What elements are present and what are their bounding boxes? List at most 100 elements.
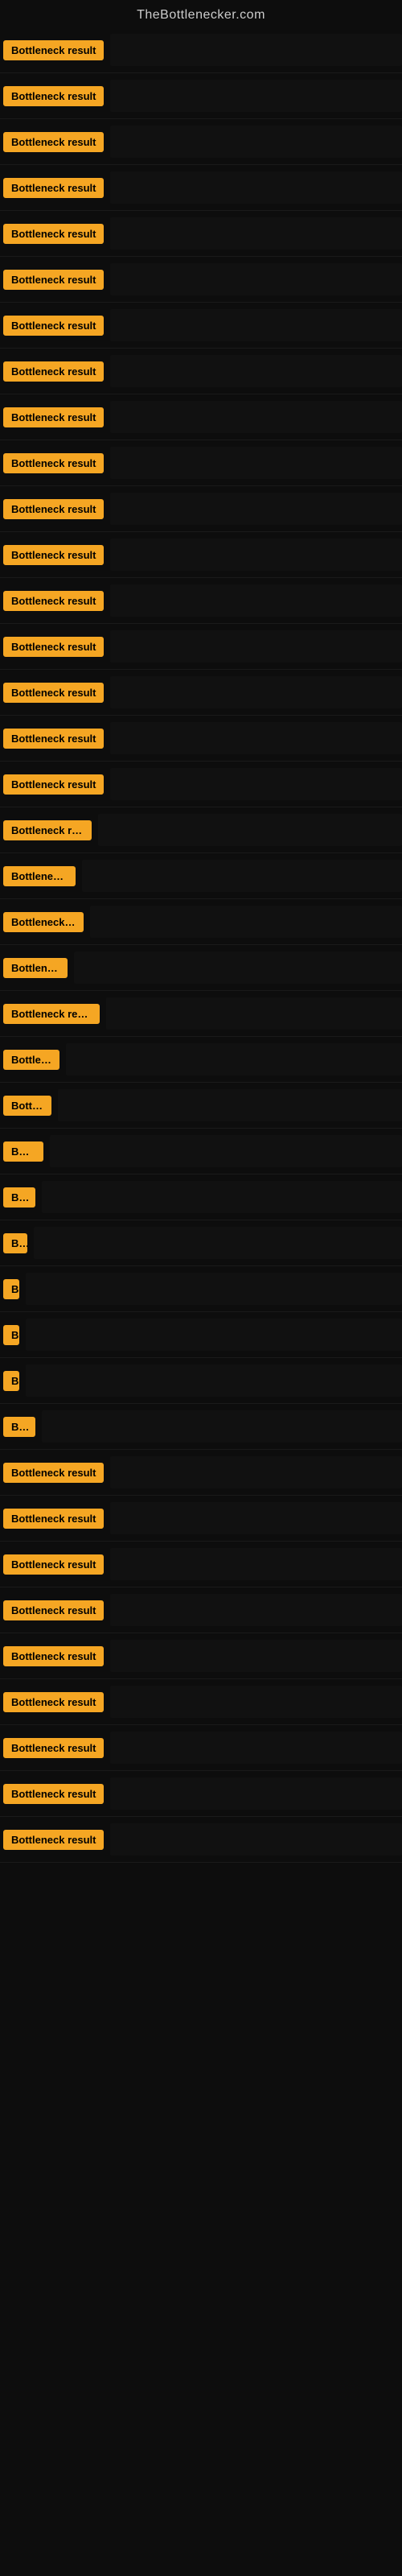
bottleneck-badge[interactable]: Bottleneck result xyxy=(3,1141,43,1162)
bottleneck-badge[interactable]: Bottleneck result xyxy=(3,1050,59,1070)
list-item: Bottleneck result xyxy=(0,303,402,349)
row-content-bar xyxy=(110,34,402,66)
list-item: Bottleneck result xyxy=(0,119,402,165)
row-content-bar xyxy=(42,1181,402,1213)
row-content-bar xyxy=(110,171,402,204)
list-item: Bottleneck result xyxy=(0,762,402,807)
bottleneck-badge[interactable]: Bottleneck result xyxy=(3,40,104,60)
bottleneck-badge[interactable]: Bottleneck result xyxy=(3,912,84,932)
bottleneck-badge[interactable]: Bottleneck result xyxy=(3,1371,19,1391)
list-item: Bottleneck result xyxy=(0,27,402,73)
bottleneck-badge[interactable]: Bottleneck result xyxy=(3,591,104,611)
bottleneck-badge[interactable]: Bottleneck result xyxy=(3,270,104,290)
row-content-bar xyxy=(110,309,402,341)
bottleneck-badge[interactable]: Bottleneck result xyxy=(3,1784,104,1804)
list-item: Bottleneck result xyxy=(0,211,402,257)
bottleneck-badge[interactable]: Bottleneck result xyxy=(3,774,104,795)
list-item: Bottleneck result xyxy=(0,1220,402,1266)
row-content-bar xyxy=(110,1502,402,1534)
row-content-bar xyxy=(90,906,402,938)
row-content-bar xyxy=(110,676,402,708)
bottleneck-badge[interactable]: Bottleneck result xyxy=(3,1646,104,1666)
list-item: Bottleneck result xyxy=(0,1358,402,1404)
bottleneck-badge[interactable]: Bottleneck result xyxy=(3,683,104,703)
site-title: TheBottlenecker.com xyxy=(0,0,402,27)
list-item: Bottleneck result xyxy=(0,1037,402,1083)
row-content-bar xyxy=(26,1319,402,1351)
bottleneck-badge[interactable]: Bottleneck result xyxy=(3,132,104,152)
row-content-bar xyxy=(58,1089,402,1121)
bottleneck-badge[interactable]: Bottleneck result xyxy=(3,453,104,473)
row-content-bar xyxy=(110,1548,402,1580)
list-item: Bottleneck result xyxy=(0,1542,402,1587)
bottleneck-badge[interactable]: Bottleneck result xyxy=(3,866,76,886)
bottleneck-badge[interactable]: Bottleneck result xyxy=(3,1738,104,1758)
list-item: Bottleneck result xyxy=(0,578,402,624)
row-content-bar xyxy=(110,1777,402,1810)
row-content-bar xyxy=(110,722,402,754)
bottleneck-badge[interactable]: Bottleneck result xyxy=(3,1509,104,1529)
bottleneck-badge[interactable]: Bottleneck result xyxy=(3,637,104,657)
rows-container: Bottleneck result Bottleneck result Bottle… xyxy=(0,27,402,1863)
row-content-bar xyxy=(110,401,402,433)
list-item: Bottleneck result xyxy=(0,394,402,440)
list-item: Bottleneck result xyxy=(0,991,402,1037)
list-item: Bottleneck result xyxy=(0,1404,402,1450)
bottleneck-badge[interactable]: Bottleneck result xyxy=(3,1554,104,1575)
bottleneck-badge[interactable]: Bottleneck result xyxy=(3,361,104,382)
row-content-bar xyxy=(26,1364,402,1397)
bottleneck-badge[interactable]: Bottleneck result xyxy=(3,1279,19,1299)
list-item: Bottleneck result xyxy=(0,73,402,119)
list-item: Bottleneck result xyxy=(0,670,402,716)
row-content-bar xyxy=(106,997,402,1030)
bottleneck-badge[interactable]: Bottleneck result xyxy=(3,1096,51,1116)
list-item: Bottleneck result xyxy=(0,1587,402,1633)
bottleneck-badge[interactable]: Bottleneck result xyxy=(3,1187,35,1208)
bottleneck-badge[interactable]: Bottleneck result xyxy=(3,499,104,519)
bottleneck-badge[interactable]: Bottleneck result xyxy=(3,1004,100,1024)
bottleneck-badge[interactable]: Bottleneck result xyxy=(3,224,104,244)
bottleneck-badge[interactable]: Bottleneck result xyxy=(3,729,104,749)
list-item: Bottleneck result xyxy=(0,440,402,486)
row-content-bar xyxy=(66,1043,402,1075)
bottleneck-badge[interactable]: Bottleneck result xyxy=(3,1692,104,1712)
row-content-bar xyxy=(50,1135,402,1167)
row-content-bar xyxy=(110,493,402,525)
row-content-bar xyxy=(110,768,402,800)
row-content-bar xyxy=(110,630,402,663)
row-content-bar xyxy=(42,1410,402,1443)
list-item: Bottleneck result xyxy=(0,1083,402,1129)
list-item: Bottleneck result xyxy=(0,1450,402,1496)
row-content-bar xyxy=(110,80,402,112)
list-item: Bottleneck result xyxy=(0,257,402,303)
row-content-bar xyxy=(110,263,402,295)
bottleneck-badge[interactable]: Bottleneck result xyxy=(3,407,104,427)
bottleneck-badge[interactable]: Bottleneck result xyxy=(3,1830,104,1850)
bottleneck-badge[interactable]: Bottleneck result xyxy=(3,1600,104,1620)
bottleneck-badge[interactable]: Bottleneck result xyxy=(3,1233,27,1253)
bottleneck-badge[interactable]: Bottleneck result xyxy=(3,545,104,565)
list-item: Bottleneck result xyxy=(0,1725,402,1771)
bottleneck-badge[interactable]: Bottleneck result xyxy=(3,178,104,198)
bottleneck-badge[interactable]: Bottleneck result xyxy=(3,86,104,106)
list-item: Bottleneck result xyxy=(0,853,402,899)
list-item: Bottleneck result xyxy=(0,716,402,762)
bottleneck-badge[interactable]: Bottleneck result xyxy=(3,1417,35,1437)
row-content-bar xyxy=(110,1686,402,1718)
list-item: Bottleneck result xyxy=(0,532,402,578)
bottleneck-badge[interactable]: Bottleneck result xyxy=(3,1463,104,1483)
row-content-bar xyxy=(110,126,402,158)
bottleneck-badge[interactable]: Bottleneck result xyxy=(3,958,68,978)
bottleneck-badge[interactable]: Bottleneck result xyxy=(3,820,92,840)
list-item: Bottleneck result xyxy=(0,1496,402,1542)
list-item: Bottleneck result xyxy=(0,1174,402,1220)
list-item: Bottleneck result xyxy=(0,807,402,853)
row-content-bar xyxy=(26,1273,402,1305)
list-item: Bottleneck result xyxy=(0,1771,402,1817)
list-item: Bottleneck result xyxy=(0,945,402,991)
row-content-bar xyxy=(110,1640,402,1672)
list-item: Bottleneck result xyxy=(0,899,402,945)
bottleneck-badge[interactable]: Bottleneck result xyxy=(3,1325,19,1345)
bottleneck-badge[interactable]: Bottleneck result xyxy=(3,316,104,336)
row-content-bar xyxy=(110,1594,402,1626)
